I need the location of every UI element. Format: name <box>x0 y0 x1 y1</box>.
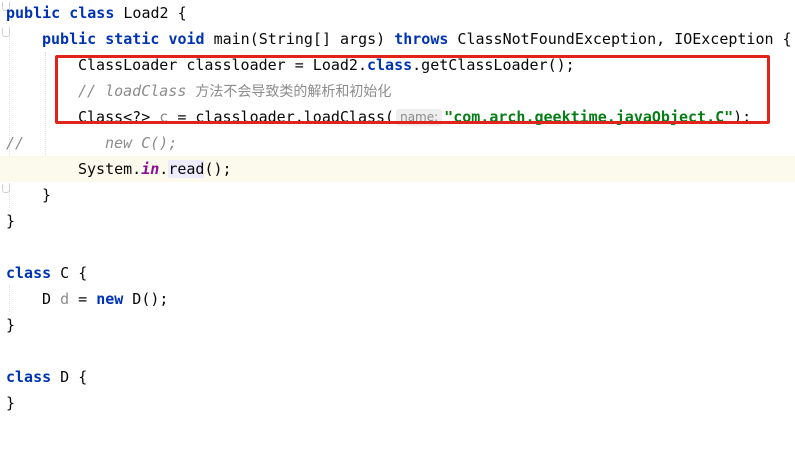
code-line[interactable]: } <box>0 208 795 234</box>
static-field: in <box>141 160 160 178</box>
class-declaration: Load2 { <box>114 4 187 22</box>
code-line[interactable]: class D { <box>0 364 795 390</box>
unused-variable: d <box>60 290 70 308</box>
method-call: read <box>168 160 205 178</box>
code-line[interactable]: public class Load2 { <box>0 0 795 26</box>
current-code-line[interactable]: System.in.read(); <box>0 156 795 182</box>
code-line[interactable]: class C { <box>0 260 795 286</box>
keyword: class <box>69 4 115 22</box>
code-line[interactable]: } <box>0 390 795 416</box>
highlight-annotation-box <box>55 55 770 124</box>
comment: new C(); <box>105 134 178 152</box>
code-line[interactable]: D d = new D(); <box>0 286 795 312</box>
code-line[interactable]: // new C(); <box>0 130 795 156</box>
code-line[interactable]: } <box>0 182 795 208</box>
comment: // <box>6 134 25 152</box>
keyword: public <box>6 4 61 22</box>
code-line[interactable]: public static void main(String[] args) t… <box>0 26 795 52</box>
code-line[interactable]: } <box>0 312 795 338</box>
code-editor[interactable]: public class Load2 { public static void … <box>0 0 795 415</box>
